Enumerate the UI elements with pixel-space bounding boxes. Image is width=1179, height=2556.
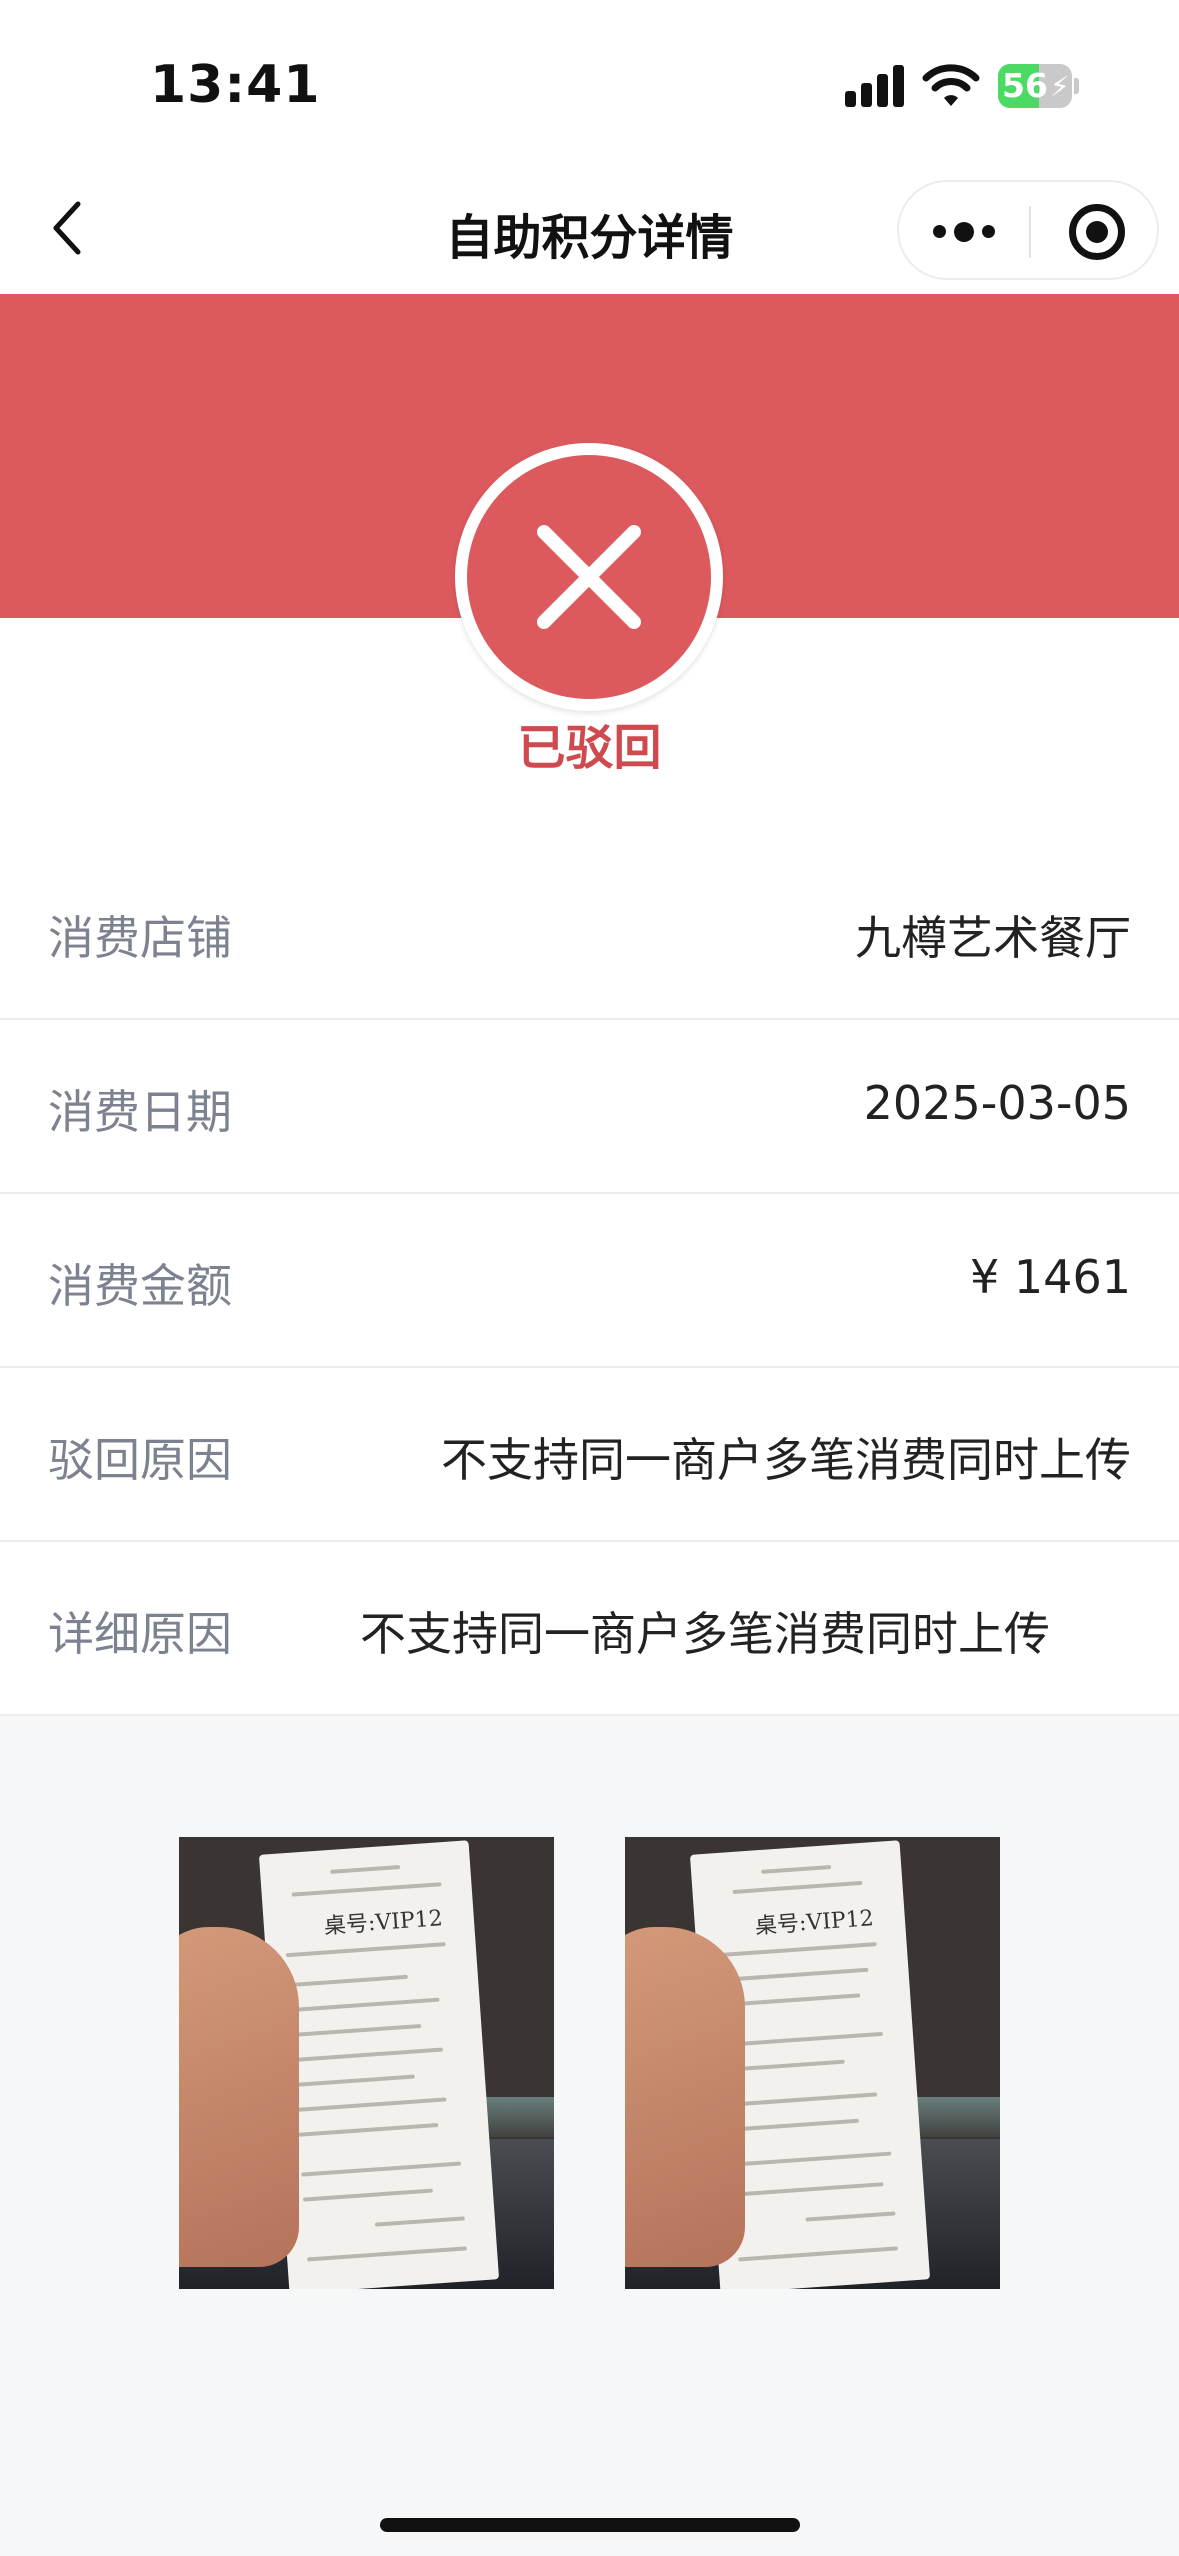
date-label: 消费日期 [48,1085,232,1139]
status-label: 已驳回 [517,720,662,776]
date-value: 2025-03-05 [863,1076,1131,1130]
mini-program-capsule [897,180,1159,280]
close-x-icon [537,525,641,629]
receipt-photo-2[interactable]: 桌号:VIP12 [625,1837,1000,2289]
detail-reason-row: 详细原因 不支持同一商户多笔消费同时上传 [0,1542,1179,1716]
store-value: 九樽艺术餐厅 [855,911,1131,965]
amount-label: 消费金额 [48,1259,232,1313]
reject-reason-label: 驳回原因 [48,1433,232,1487]
date-row: 消费日期 2025-03-05 [0,1020,1179,1194]
store-label: 消费店铺 [48,911,232,965]
hand [625,1927,745,2267]
status-bar: 13:41 56 ⚡ [0,0,1179,170]
detail-reason-label: 详细原因 [48,1607,232,1661]
cellular-signal-icon [845,65,905,107]
battery-icon: 56 ⚡ [998,64,1079,108]
more-options-icon[interactable] [933,222,995,242]
receipt-photo-1[interactable]: 桌号:VIP12 [179,1837,554,2289]
rejected-status-badge [455,443,723,711]
reject-reason-value: 不支持同一商户多笔消费同时上传 [441,1433,1131,1487]
close-mini-program-icon[interactable] [1069,204,1125,260]
status-time: 13:41 [150,55,321,115]
receipt-table-label: 桌号:VIP12 [754,1906,875,1940]
reject-reason-row: 驳回原因 不支持同一商户多笔消费同时上传 [0,1368,1179,1542]
hand [179,1927,299,2267]
navigation-bar: 自助积分详情 [0,170,1179,294]
top-area: 13:41 56 ⚡ 自助积分详情 [0,0,1179,294]
battery-percent: 56 [1002,66,1048,105]
store-row: 消费店铺 九樽艺术餐厅 [0,846,1179,1020]
amount-value: ¥ 1461 [970,1250,1131,1304]
amount-row: 消费金额 ¥ 1461 [0,1194,1179,1368]
wifi-icon [922,64,980,106]
receipt-table-label: 桌号:VIP12 [323,1906,444,1940]
home-indicator[interactable] [380,2518,800,2532]
detail-reason-value: 不支持同一商户多笔消费同时上传 [360,1607,1050,1661]
